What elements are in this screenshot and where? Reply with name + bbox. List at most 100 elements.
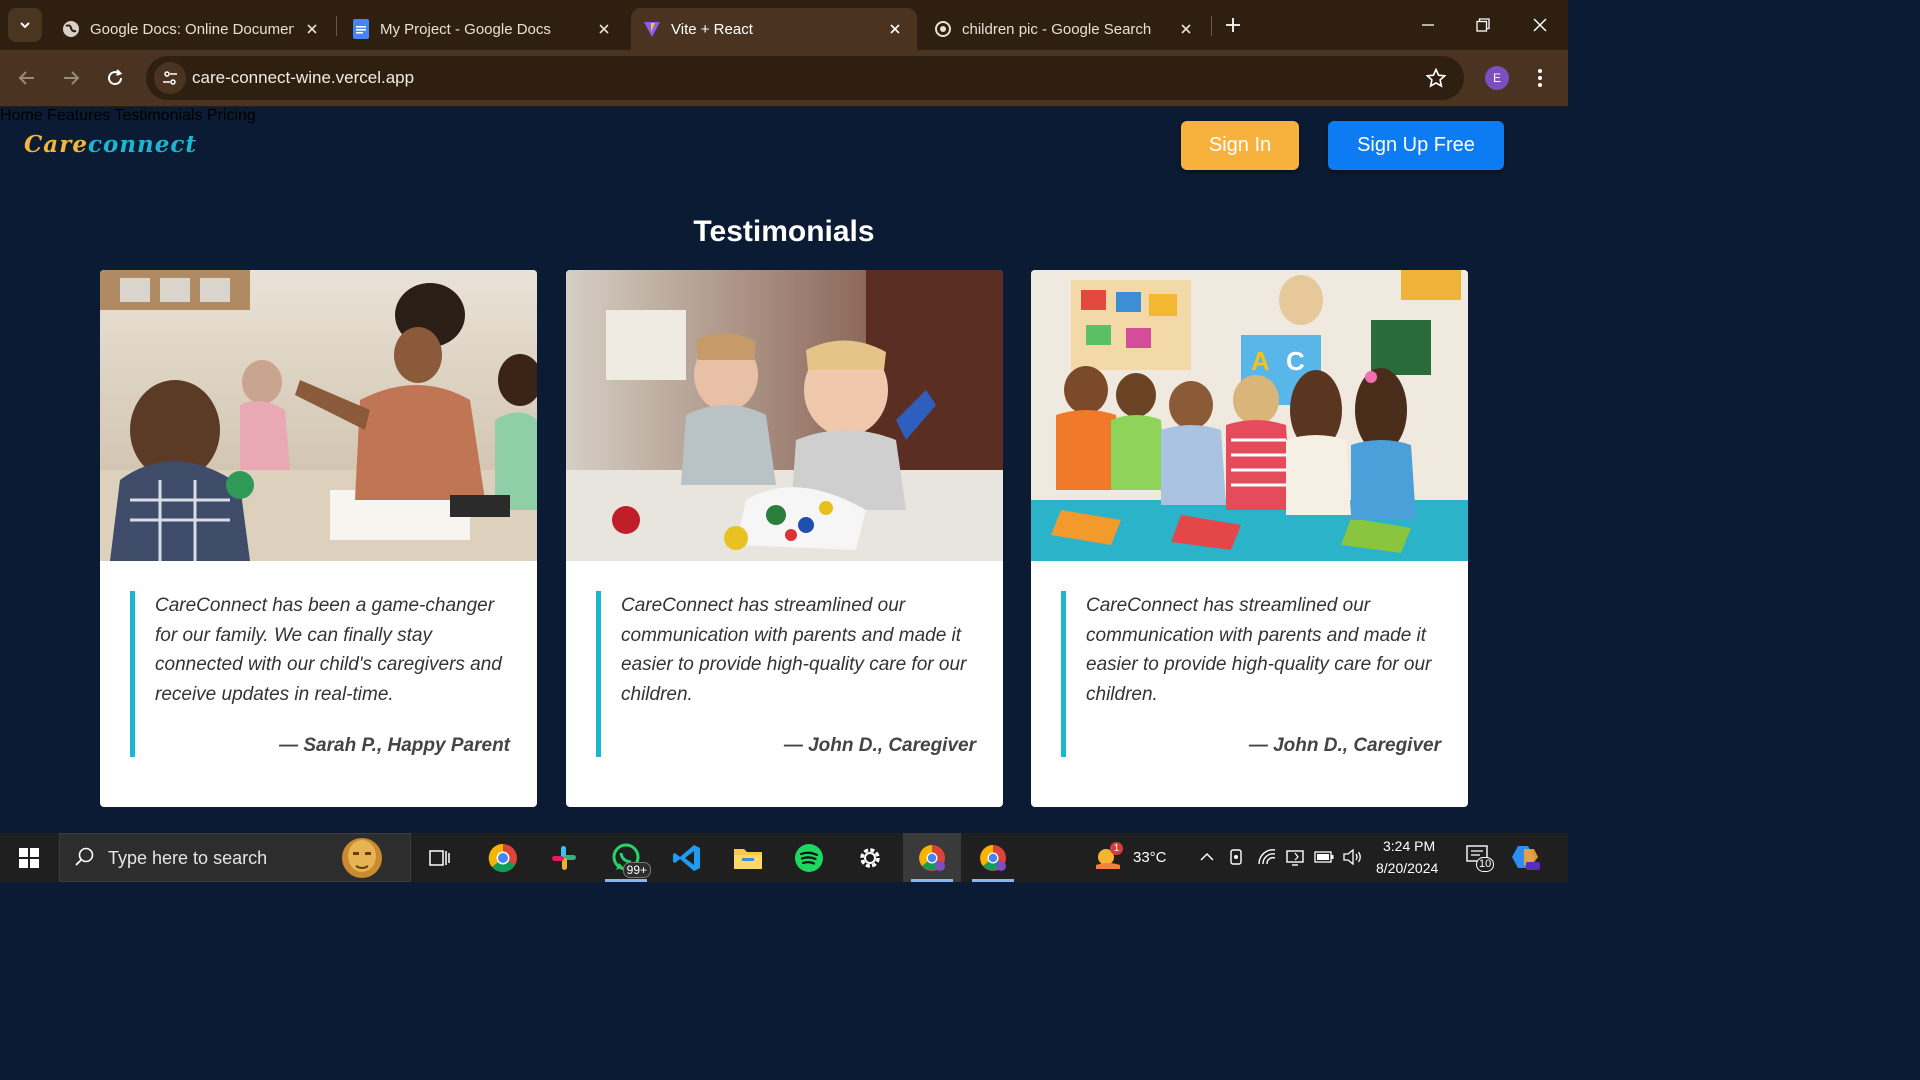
bookmark-button[interactable] [1424,66,1448,90]
google-docs-icon [352,19,370,39]
tab-title: Google Docs: Online Document [90,20,294,38]
close-tab-icon[interactable] [302,19,322,39]
close-window-button[interactable] [1520,8,1560,42]
new-tab-button[interactable] [1220,12,1246,38]
address-bar[interactable]: care-connect-wine.vercel.app [146,56,1464,100]
testimonial-photo: A C [1031,270,1468,561]
tab-vite-react[interactable]: Vite + React [631,8,917,50]
close-tab-icon[interactable] [1176,19,1196,39]
plus-icon [1226,18,1240,32]
taskbar-search[interactable]: Type here to search [59,833,411,882]
browser-menu-button[interactable] [1528,62,1552,94]
whatsapp-badge: 99+ [622,862,651,878]
tab-children-pic[interactable]: children pic - Google Search [922,8,1208,50]
gear-icon [860,847,880,868]
nav-home[interactable]: Home [0,107,43,124]
camera-icon [1230,849,1242,865]
task-view-button[interactable] [411,833,469,882]
quote-author: — Sarah P., Happy Parent [279,735,510,756]
quote-text: CareConnect has streamlined our communic… [621,595,967,705]
profile-avatar[interactable]: E [1485,66,1509,90]
close-tab-icon[interactable] [594,19,614,39]
taskbar-spotify[interactable] [780,833,838,882]
taskbar-whatsapp[interactable]: 99+ [597,833,655,882]
quote-text: CareConnect has been a game-changer for … [155,595,502,705]
copilot-button[interactable] [1510,843,1542,873]
testimonial-card: CareConnect has been a game-changer for … [100,270,537,807]
tab-search-button[interactable] [8,8,42,42]
weather-temp: 33°C [1133,849,1167,866]
weather-widget[interactable]: 1 33°C [1090,833,1180,882]
weather-alert-badge: 1 [1110,842,1123,855]
folder-icon [734,848,762,869]
clock-time: 3:24 PM [1383,838,1436,854]
tray-meet-now[interactable] [1227,847,1247,867]
shield-monitor-icon [1286,850,1304,866]
quote-author: — John D., Caregiver [783,735,976,756]
tray-battery[interactable] [1314,847,1334,867]
restore-icon [1476,18,1490,32]
nav-features[interactable]: Features [47,107,110,124]
tray-network[interactable] [1257,847,1277,867]
logo-part-care: Care [24,131,88,158]
tab-strip: Google Docs: Online Document My Project … [0,0,1568,50]
restore-button[interactable] [1463,8,1503,42]
wifi-icon [1258,849,1276,865]
quote-text: CareConnect has streamlined our communic… [1086,595,1432,705]
logo-part-connect: connect [87,131,198,158]
star-icon [1426,68,1446,88]
tray-volume[interactable] [1343,847,1363,867]
taskbar-chrome-profile-active[interactable] [903,833,961,882]
notification-count: 10 [1476,857,1495,872]
speaker-icon [1343,848,1361,866]
page-content: Careconnect Home Features Testimonials P… [0,107,1568,833]
taskbar-chrome-profile[interactable] [964,833,1022,882]
tab-google-docs-online[interactable]: Google Docs: Online Document [50,8,334,50]
start-button[interactable] [0,833,58,882]
tab-title: children pic - Google Search [962,20,1152,38]
tray-vpn[interactable] [1285,847,1305,867]
site-logo[interactable]: Careconnect [24,131,197,158]
taskbar-vscode[interactable] [658,833,716,882]
spotify-icon [795,843,823,872]
search-highlight-icon [338,836,386,885]
testimonial-photo [566,270,1003,561]
sign-up-button[interactable]: Sign Up Free [1328,121,1504,170]
testimonial-quote: CareConnect has been a game-changer for … [130,591,510,757]
taskbar-slack[interactable] [535,833,593,882]
svg-text:C: C [1286,346,1305,376]
reload-icon [108,69,123,86]
minimize-icon [1422,24,1434,26]
quote-author: — John D., Caregiver [1248,735,1441,756]
nav-pricing[interactable]: Pricing [207,107,256,124]
reload-button[interactable] [99,62,131,94]
section-title: Testimonials [693,215,875,248]
testimonial-card: CareConnect has streamlined our communic… [566,270,1003,807]
globe-icon [62,20,80,38]
chrome-profile-icon [919,844,945,871]
sign-in-button[interactable]: Sign In [1181,121,1299,170]
tab-separator [336,16,337,36]
notification-center[interactable]: 10 [1462,843,1495,875]
show-hidden-icons[interactable] [1197,847,1217,867]
testimonial-photo [100,270,537,561]
clock[interactable]: 3:24 PM 8/20/2024 [1372,833,1450,882]
tab-title: My Project - Google Docs [380,20,551,38]
url-text[interactable]: care-connect-wine.vercel.app [192,68,414,88]
close-tab-icon[interactable] [885,19,905,39]
tab-my-project[interactable]: My Project - Google Docs [340,8,626,50]
chevron-up-icon [1200,852,1214,861]
arrow-left-icon [18,71,34,85]
taskbar-settings[interactable] [841,833,899,882]
nav-testimonials[interactable]: Testimonials [114,107,202,124]
battery-icon [1314,851,1334,863]
tab-separator [1211,16,1212,36]
minimize-button[interactable] [1408,8,1448,42]
copilot-icon [1512,846,1540,870]
search-icon [74,846,96,873]
site-info-button[interactable] [154,62,186,94]
forward-button[interactable] [55,62,87,94]
taskbar-file-explorer[interactable] [719,833,777,882]
back-button[interactable] [11,62,43,94]
taskbar-chrome[interactable] [474,833,532,882]
